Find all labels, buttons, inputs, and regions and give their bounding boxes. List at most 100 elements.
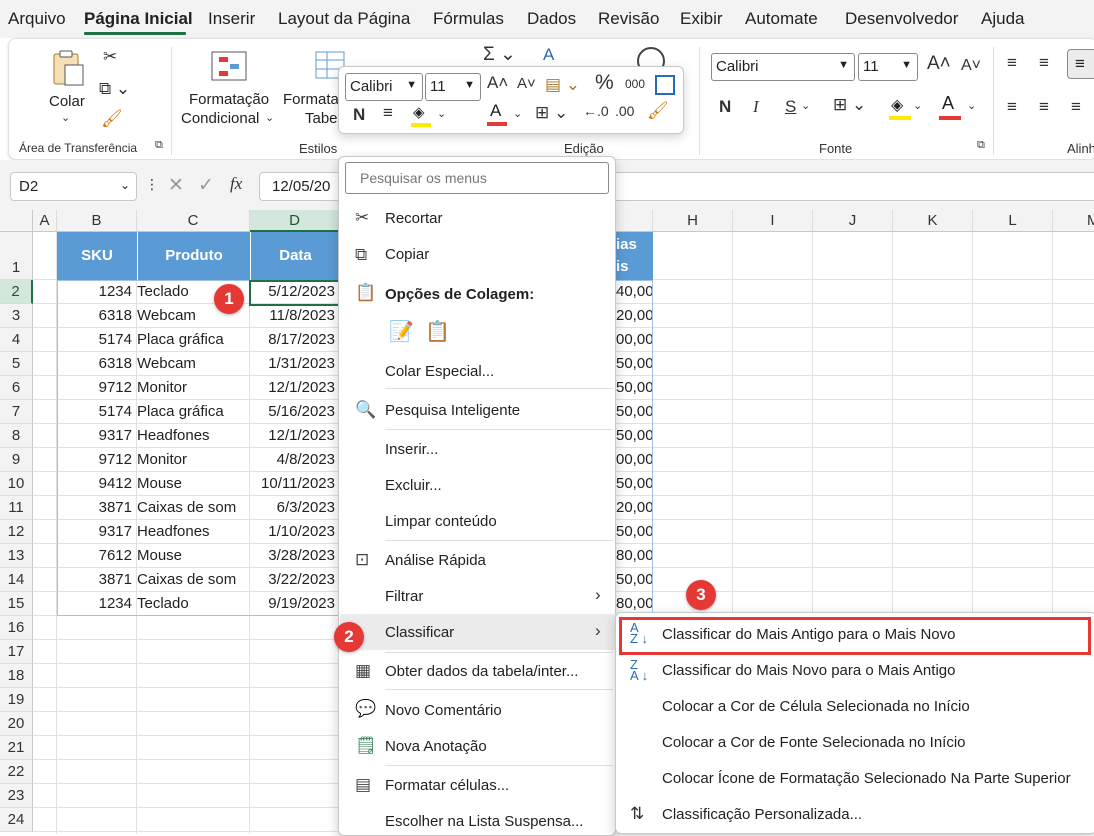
percent-button[interactable]: %: [595, 71, 614, 95]
cell-partial[interactable]: 50,00: [616, 352, 653, 376]
row-header[interactable]: 5: [0, 352, 33, 376]
bold-button[interactable]: N: [719, 97, 731, 117]
more-icon[interactable]: ⋮: [145, 176, 159, 193]
row-header[interactable]: 10: [0, 472, 33, 496]
menu-delete[interactable]: Excluir...: [385, 477, 442, 494]
menu-paste-special[interactable]: Colar Especial...: [385, 363, 494, 380]
row-header[interactable]: 22: [0, 760, 33, 784]
cell-produto[interactable]: Headfones: [137, 424, 250, 448]
tab-revisao[interactable]: Revisão: [598, 9, 659, 29]
tab-inserir[interactable]: Inserir: [208, 9, 255, 29]
row-header-selected[interactable]: 2: [0, 280, 33, 304]
font-color-icon[interactable]: A: [487, 101, 513, 129]
italic-button[interactable]: I: [753, 97, 759, 117]
sort-filter-icon[interactable]: A: [543, 45, 554, 65]
thousands-button[interactable]: 000: [625, 77, 645, 91]
paste-icon[interactable]: [51, 49, 85, 87]
column-header[interactable]: C: [137, 210, 250, 232]
row-header[interactable]: 20: [0, 712, 33, 736]
chevron-down-icon[interactable]: ⌄: [801, 99, 810, 112]
tab-pagina-inicial[interactable]: Página Inicial: [84, 9, 193, 29]
menu-filter[interactable]: Filtrar: [385, 588, 423, 605]
row-header[interactable]: 12: [0, 520, 33, 544]
mini-font-name[interactable]: Calibri ▼: [345, 73, 423, 101]
cell-produto[interactable]: Mouse: [137, 544, 250, 568]
tab-arquivo[interactable]: Arquivo: [8, 9, 66, 29]
cell-partial[interactable]: 20,00: [616, 304, 653, 328]
row-header[interactable]: 24: [0, 808, 33, 832]
header-produto[interactable]: Produto: [137, 232, 250, 280]
cell-data[interactable]: 1/10/2023: [250, 520, 340, 544]
sort-custom[interactable]: Classificação Personalizada...: [662, 806, 862, 823]
cell-sku[interactable]: 9412: [57, 472, 137, 496]
cell-data[interactable]: 9/19/2023: [250, 592, 340, 616]
cell-produto[interactable]: Placa gráfica: [137, 328, 250, 352]
dialog-launcher-icon[interactable]: ⧉: [977, 139, 985, 152]
row-header[interactable]: 17: [0, 640, 33, 664]
cell-data[interactable]: 3/22/2023: [250, 568, 340, 592]
cell-sku[interactable]: 7612: [57, 544, 137, 568]
cell-sku[interactable]: 9712: [57, 376, 137, 400]
align-center-icon[interactable]: ≡: [1039, 97, 1049, 117]
cell-data[interactable]: 3/28/2023: [250, 544, 340, 568]
cell-partial[interactable]: 50,00: [616, 400, 653, 424]
copy-icon[interactable]: ⧉ ⌄: [99, 79, 130, 99]
menu-cut[interactable]: Recortar: [385, 210, 443, 227]
cancel-icon[interactable]: ✕: [168, 174, 184, 197]
cell-produto[interactable]: Headfones: [137, 520, 250, 544]
menu-new-comment[interactable]: Novo Comentário: [385, 702, 502, 719]
row-header[interactable]: 11: [0, 496, 33, 520]
row-header[interactable]: 4: [0, 328, 33, 352]
row-header[interactable]: 3: [0, 304, 33, 328]
cell-sku[interactable]: 6318: [57, 304, 137, 328]
cell-produto[interactable]: Monitor: [137, 448, 250, 472]
row-header[interactable]: 9: [0, 448, 33, 472]
cell-data[interactable]: 10/11/2023: [250, 472, 340, 496]
menu-sort[interactable]: Classificar: [385, 624, 454, 641]
conditional-format-line2[interactable]: Condicional: [181, 110, 259, 127]
column-header[interactable]: L: [973, 210, 1053, 232]
autosum-icon[interactable]: Σ ⌄: [483, 43, 516, 66]
conditional-format-line1[interactable]: Formatação: [189, 91, 269, 108]
borders-icon[interactable]: ⊞ ⌄: [833, 95, 866, 115]
format-painter-icon[interactable]: 🖌: [101, 109, 123, 129]
paste-formatting-icon[interactable]: 📝: [389, 319, 414, 344]
cell-produto[interactable]: Teclado: [137, 592, 250, 616]
menu-search-input[interactable]: Pesquisar os menus: [345, 162, 609, 194]
sort-cell-color[interactable]: Colocar a Cor de Célula Selecionada no I…: [662, 698, 970, 715]
cell-sku[interactable]: 3871: [57, 568, 137, 592]
cell-partial[interactable]: 80,00: [616, 544, 653, 568]
align-top-icon[interactable]: ≡: [1007, 53, 1017, 73]
tab-ajuda[interactable]: Ajuda: [981, 9, 1024, 29]
header-partial[interactable]: ias is: [616, 232, 653, 280]
tab-dados[interactable]: Dados: [527, 9, 576, 29]
paste-values-icon[interactable]: 📋: [425, 319, 450, 344]
row-header[interactable]: 6: [0, 376, 33, 400]
font-name-combo[interactable]: Calibri ▼: [711, 53, 855, 81]
chevron-down-icon[interactable]: ⌄: [913, 99, 922, 112]
column-header[interactable]: K: [893, 210, 973, 232]
grow-font-icon[interactable]: A˄: [487, 73, 508, 93]
shrink-font-icon[interactable]: A˅: [961, 57, 981, 75]
fx-button[interactable]: fx: [230, 174, 242, 194]
conditional-format-icon[interactable]: [211, 51, 247, 81]
cell-partial[interactable]: 50,00: [616, 568, 653, 592]
cell-sku[interactable]: 1234: [57, 280, 137, 304]
enter-icon[interactable]: ✓: [198, 174, 214, 197]
cell-sku[interactable]: 3871: [57, 496, 137, 520]
header-sku[interactable]: SKU: [57, 232, 137, 280]
font-size-combo[interactable]: 11 ▼: [858, 53, 918, 81]
align-left-icon[interactable]: ≡: [1007, 97, 1017, 117]
align-bottom-button[interactable]: ≡: [1067, 49, 1094, 79]
scissors-icon[interactable]: ✂: [103, 47, 117, 67]
cell-partial[interactable]: 50,00: [616, 376, 653, 400]
cell-produto[interactable]: Monitor: [137, 376, 250, 400]
cell-produto[interactable]: Webcam: [137, 352, 250, 376]
cell-partial[interactable]: 00,00: [616, 448, 653, 472]
tab-formulas[interactable]: Fórmulas: [433, 9, 504, 29]
row-header[interactable]: 8: [0, 424, 33, 448]
mini-bold-button[interactable]: N: [353, 105, 365, 125]
chevron-down-icon[interactable]: ⌄: [61, 111, 70, 124]
sort-newest-oldest[interactable]: Classificar do Mais Novo para o Mais Ant…: [662, 662, 955, 679]
menu-insert[interactable]: Inserir...: [385, 441, 438, 458]
